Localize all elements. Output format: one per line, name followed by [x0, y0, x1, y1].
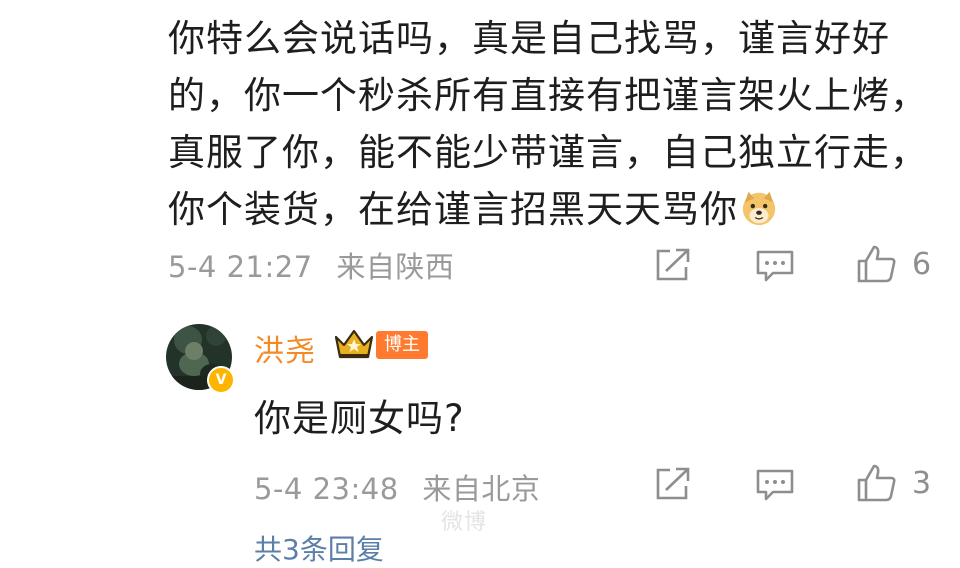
share-icon: [656, 248, 690, 281]
reply-location: 来自北京: [422, 472, 541, 506]
like-button[interactable]: 6: [856, 244, 931, 284]
comment-icon: [756, 250, 794, 282]
author-tag: 博主: [376, 331, 428, 359]
crown-icon: [334, 329, 374, 359]
reply-comment-button[interactable]: [755, 468, 795, 502]
username[interactable]: 洪尧: [254, 326, 316, 370]
comment-line: 的，你一个秒杀所有直接有把谨言架火上烤，: [168, 74, 928, 117]
doge-emoji-icon: [742, 191, 776, 226]
comment-line: 你个装货，在给谨言招黑天天骂你: [168, 181, 938, 238]
share-icon: [656, 467, 690, 500]
reply-meta: 5-4 23:48 来自北京: [254, 466, 540, 508]
verified-badge: V: [207, 366, 235, 394]
comment-button[interactable]: [755, 249, 795, 283]
reply-date: 5-4 23:48: [254, 472, 399, 506]
comment-date: 5-4 21:27: [168, 250, 313, 284]
view-all-replies-link[interactable]: 共3条回复: [254, 528, 384, 568]
comment-icon: [756, 469, 794, 501]
like-count: 6: [912, 246, 932, 282]
comment-line-text: 你个装货，在给谨言招黑天天骂你: [168, 188, 738, 231]
reply-share-button[interactable]: [654, 466, 692, 502]
comment-location: 来自陕西: [336, 250, 455, 284]
reply-text: 你是厕女吗?: [254, 397, 465, 440]
reply-like-count: 3: [912, 465, 932, 501]
watermark: 微博: [441, 510, 488, 535]
like-icon: [857, 245, 896, 283]
like-icon: [857, 464, 896, 502]
comment-line: 真服了你，能不能少带谨言，自己独立行走，: [168, 131, 928, 174]
comment-meta: 5-4 21:27 来自陕西: [168, 244, 454, 286]
comment-line: 你特么会说话吗，真是自己找骂，谨言好好: [168, 17, 890, 60]
share-button[interactable]: [654, 247, 692, 283]
comment-text: 你特么会说话吗，真是自己找骂，谨言好好 的，你一个秒杀所有直接有把谨言架火上烤，…: [168, 10, 938, 238]
reply-like-button[interactable]: 3: [856, 463, 931, 503]
